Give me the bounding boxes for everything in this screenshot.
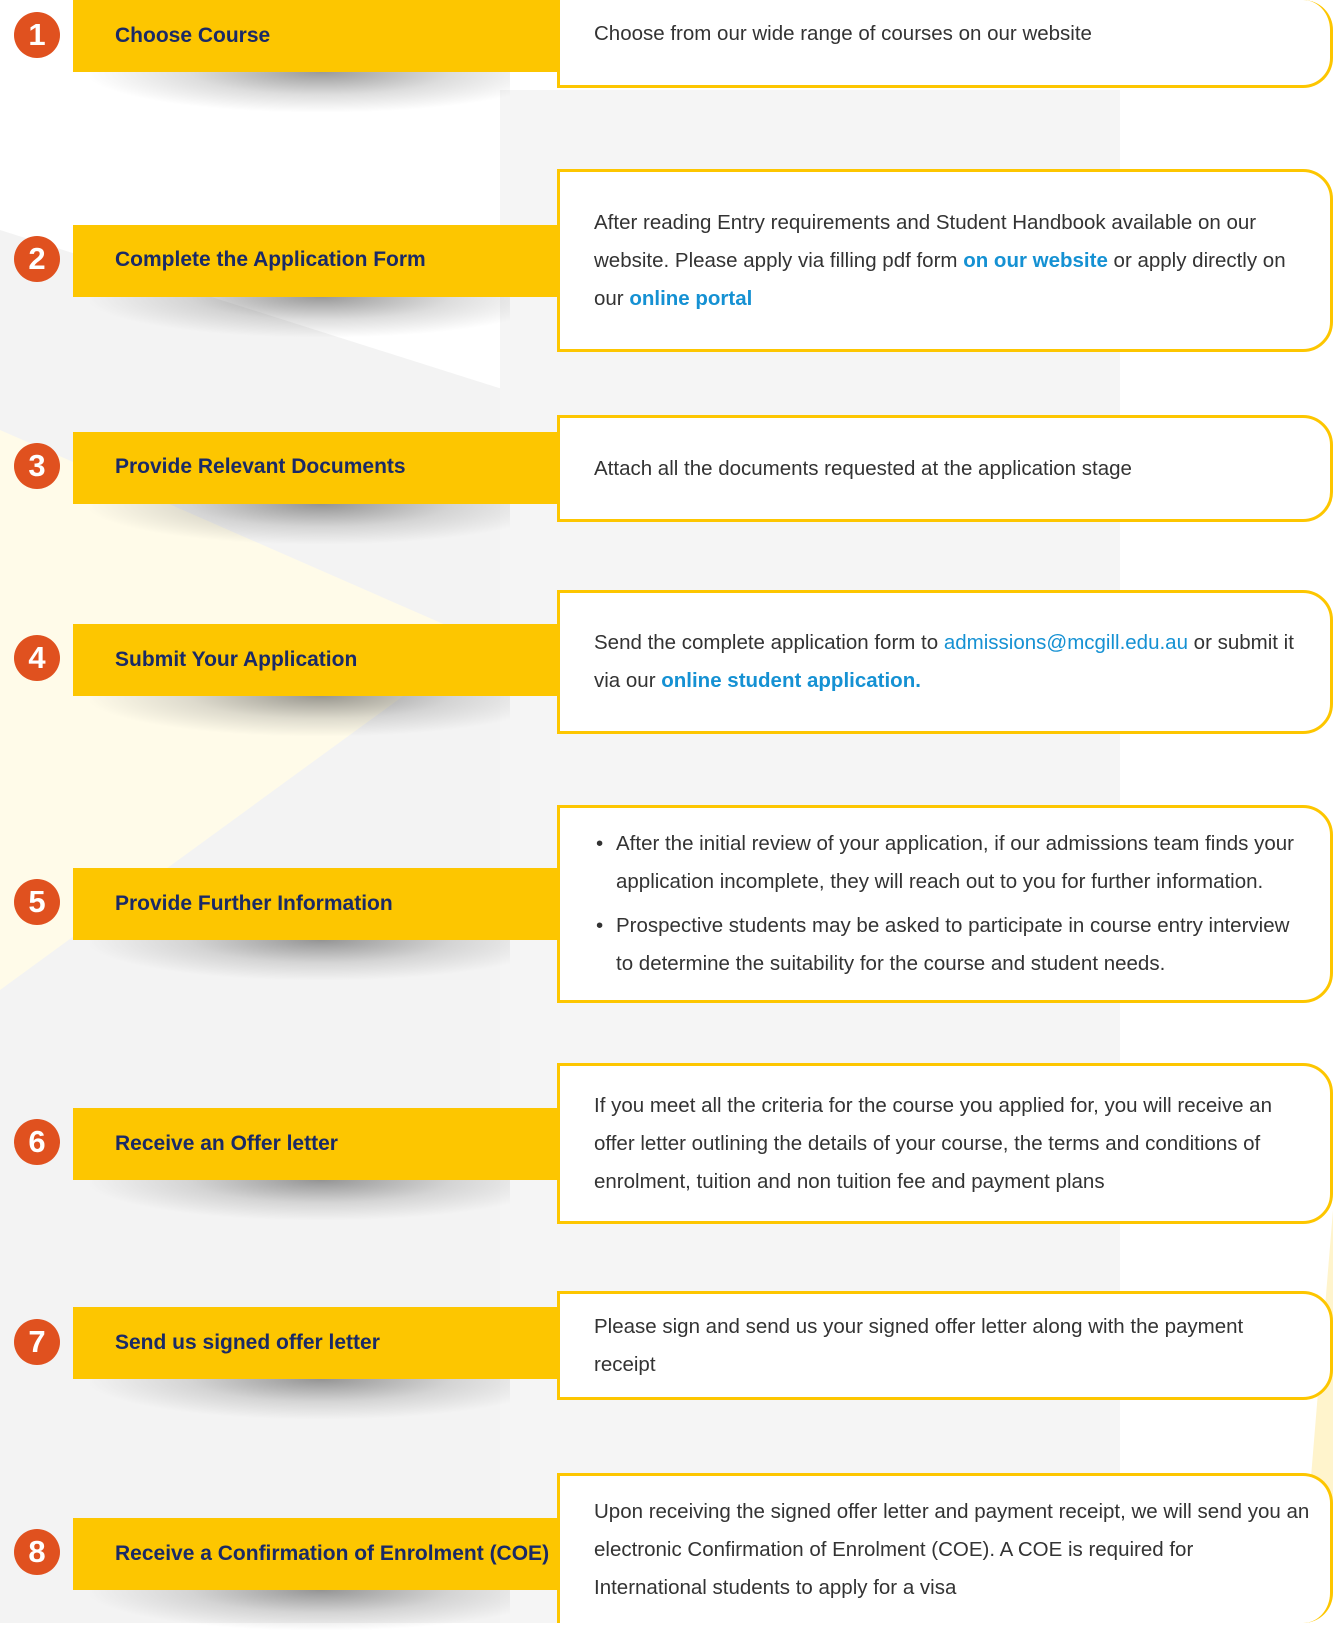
- step-shadow: [90, 297, 510, 337]
- step-title: Receive a Confirmation of Enrolment (COE…: [115, 1542, 550, 1565]
- step-number-badge: 2: [14, 236, 60, 282]
- step-description-card: After reading Entry requirements and Stu…: [557, 169, 1333, 352]
- step-bullet-list: After the initial review of your applica…: [594, 819, 1310, 989]
- step-title: Receive an Offer letter: [115, 1132, 338, 1155]
- step-shadow: [90, 72, 510, 112]
- step-shadow: [90, 940, 510, 980]
- step-title: Provide Further Information: [115, 892, 393, 915]
- step-description-card: After the initial review of your applica…: [557, 805, 1333, 1003]
- step-shadow: [90, 1590, 510, 1630]
- list-item: After the initial review of your applica…: [594, 825, 1310, 901]
- step-number-badge: 7: [14, 1319, 60, 1365]
- step-description: Choose from our wide range of courses on…: [594, 21, 1092, 45]
- step-description: Please sign and send us your signed offe…: [594, 1314, 1244, 1376]
- step-number-badge: 6: [14, 1119, 60, 1165]
- step-description-text: Send the complete application form to: [594, 631, 944, 654]
- step-number-badge: 3: [14, 443, 60, 489]
- step-title: Send us signed offer letter: [115, 1331, 380, 1354]
- step-shadow: [90, 1180, 510, 1220]
- admissions-email-link[interactable]: admissions@mcgill.edu.au: [944, 631, 1188, 654]
- step-title: Complete the Application Form: [115, 248, 426, 271]
- step-description-card: Attach all the documents requested at th…: [557, 415, 1333, 522]
- step-number-badge: 4: [14, 635, 60, 681]
- step-number-badge: 1: [14, 12, 60, 58]
- step-shadow: [90, 1379, 510, 1419]
- step-title: Choose Course: [115, 24, 271, 47]
- step-description-card: Send the complete application form to ad…: [557, 590, 1333, 734]
- step-description: Upon receiving the signed offer letter a…: [594, 1499, 1310, 1599]
- step-description-card: Choose from our wide range of courses on…: [557, 0, 1333, 88]
- step-shadow: [90, 696, 510, 736]
- step-description-card: If you meet all the criteria for the cou…: [557, 1063, 1333, 1224]
- step-number-badge: 5: [14, 879, 60, 925]
- step-description: If you meet all the criteria for the cou…: [594, 1093, 1272, 1193]
- step-description: Send the complete application form to ad…: [594, 624, 1310, 700]
- step-shadow: [90, 504, 510, 544]
- step-description: After reading Entry requirements and Stu…: [594, 204, 1310, 318]
- step-description-card: Please sign and send us your signed offe…: [557, 1291, 1333, 1400]
- step-title: Provide Relevant Documents: [115, 455, 406, 478]
- online-portal-link[interactable]: online portal: [629, 287, 752, 310]
- step-title: Submit Your Application: [115, 648, 358, 671]
- website-link[interactable]: on our website: [963, 249, 1108, 272]
- step-description-card: Upon receiving the signed offer letter a…: [557, 1473, 1333, 1623]
- step-number-badge: 8: [14, 1529, 60, 1575]
- online-application-link[interactable]: online student application.: [661, 669, 921, 692]
- list-item: Prospective students may be asked to par…: [594, 907, 1310, 983]
- step-description: Attach all the documents requested at th…: [594, 456, 1132, 480]
